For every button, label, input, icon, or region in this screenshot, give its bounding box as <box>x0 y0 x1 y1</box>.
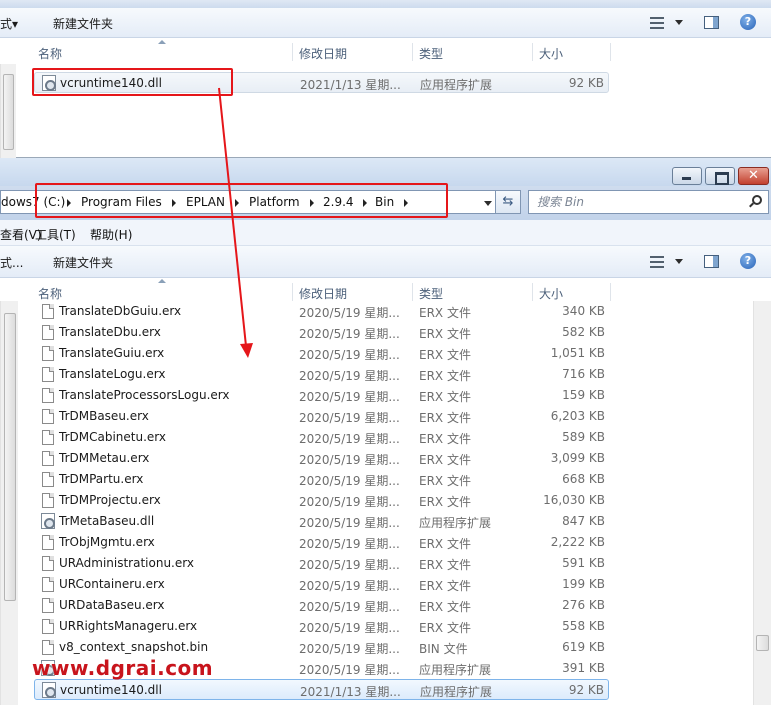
annotation-arrow-line <box>218 87 247 347</box>
annotation-arrow-head <box>240 343 253 358</box>
watermark: www.dgrai.com <box>32 656 214 680</box>
annotation-arrow-layer <box>218 87 253 358</box>
